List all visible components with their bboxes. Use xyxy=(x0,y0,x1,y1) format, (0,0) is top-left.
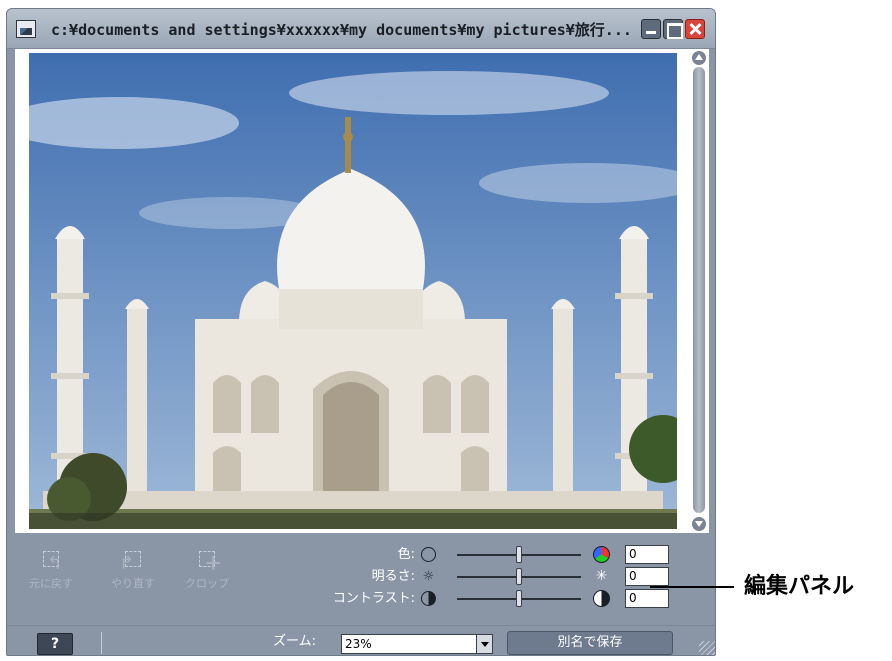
color-off-icon xyxy=(421,547,436,562)
zoom-label: ズーム: xyxy=(273,634,316,649)
chevron-down-icon[interactable] xyxy=(476,635,492,653)
scroll-down-icon[interactable] xyxy=(692,517,706,531)
color-slider-knob[interactable] xyxy=(516,546,522,563)
color-label: 色: xyxy=(397,547,415,562)
vertical-scrollbar[interactable] xyxy=(691,51,707,531)
undo-icon xyxy=(39,549,63,574)
redo-label: やり直す xyxy=(111,577,155,590)
photo xyxy=(29,53,677,529)
crop-icon xyxy=(195,549,222,576)
undo-label: 元に戻す xyxy=(29,577,73,590)
contrast-value-field[interactable]: 0 xyxy=(625,589,669,608)
maximize-button[interactable] xyxy=(663,19,683,39)
save-as-button[interactable]: 別名で保存 xyxy=(507,631,673,655)
scroll-thumb[interactable] xyxy=(693,67,705,513)
contrast-slider[interactable] xyxy=(457,590,581,607)
brightness-slider-knob[interactable] xyxy=(516,568,522,585)
crop-button[interactable]: クロップ xyxy=(177,539,237,599)
minimize-button[interactable] xyxy=(641,19,661,39)
brightness-adjust-row: 明るさ: ☼ ✳ 0 xyxy=(307,567,697,587)
close-button[interactable] xyxy=(685,19,705,39)
contrast-adjust-row: コントラスト: 0 xyxy=(307,589,697,609)
zoom-value: 23% xyxy=(345,637,372,651)
contrast-slider-knob[interactable] xyxy=(516,590,522,607)
contrast-low-icon xyxy=(421,591,436,606)
crop-label: クロップ xyxy=(185,577,229,590)
undo-button[interactable]: 元に戻す xyxy=(21,539,81,599)
contrast-high-icon xyxy=(593,590,610,607)
annotation-label: 編集パネル xyxy=(744,574,855,599)
title-bar[interactable]: c:¥documents and settings¥xxxxxx¥my docu… xyxy=(7,9,715,49)
divider xyxy=(101,632,102,654)
resize-grip-icon[interactable] xyxy=(699,641,715,655)
help-button[interactable]: ? xyxy=(37,633,73,655)
image-viewer-icon xyxy=(16,20,36,38)
annotation-leader-line xyxy=(650,586,734,588)
redo-icon xyxy=(119,549,145,574)
edit-panel: 元に戻す やり直す クロップ 色: 0 明るさ: ☼ ✳ 0 xyxy=(7,535,715,621)
color-adjust-row: 色: 0 xyxy=(307,545,697,565)
brightness-value-field[interactable]: 0 xyxy=(625,567,669,586)
sun-bright-icon: ✳ xyxy=(595,568,608,584)
contrast-label: コントラスト: xyxy=(332,591,415,606)
color-value-field[interactable]: 0 xyxy=(625,545,669,564)
redo-button[interactable]: やり直す xyxy=(103,539,163,599)
bottom-bar: ? ズーム: 23% 別名で保存 xyxy=(7,625,715,655)
color-slider[interactable] xyxy=(457,546,581,563)
photo-editor-window: c:¥documents and settings¥xxxxxx¥my docu… xyxy=(6,8,716,656)
sun-dim-icon: ☼ xyxy=(422,569,435,584)
window-title: c:¥documents and settings¥xxxxxx¥my docu… xyxy=(51,21,631,39)
brightness-slider[interactable] xyxy=(457,568,581,585)
scroll-up-icon[interactable] xyxy=(692,51,706,65)
color-wheel-icon xyxy=(593,546,610,563)
image-canvas xyxy=(15,49,709,533)
brightness-label: 明るさ: xyxy=(371,569,415,584)
photo-illustration xyxy=(29,53,677,529)
zoom-select[interactable]: 23% xyxy=(341,634,493,654)
